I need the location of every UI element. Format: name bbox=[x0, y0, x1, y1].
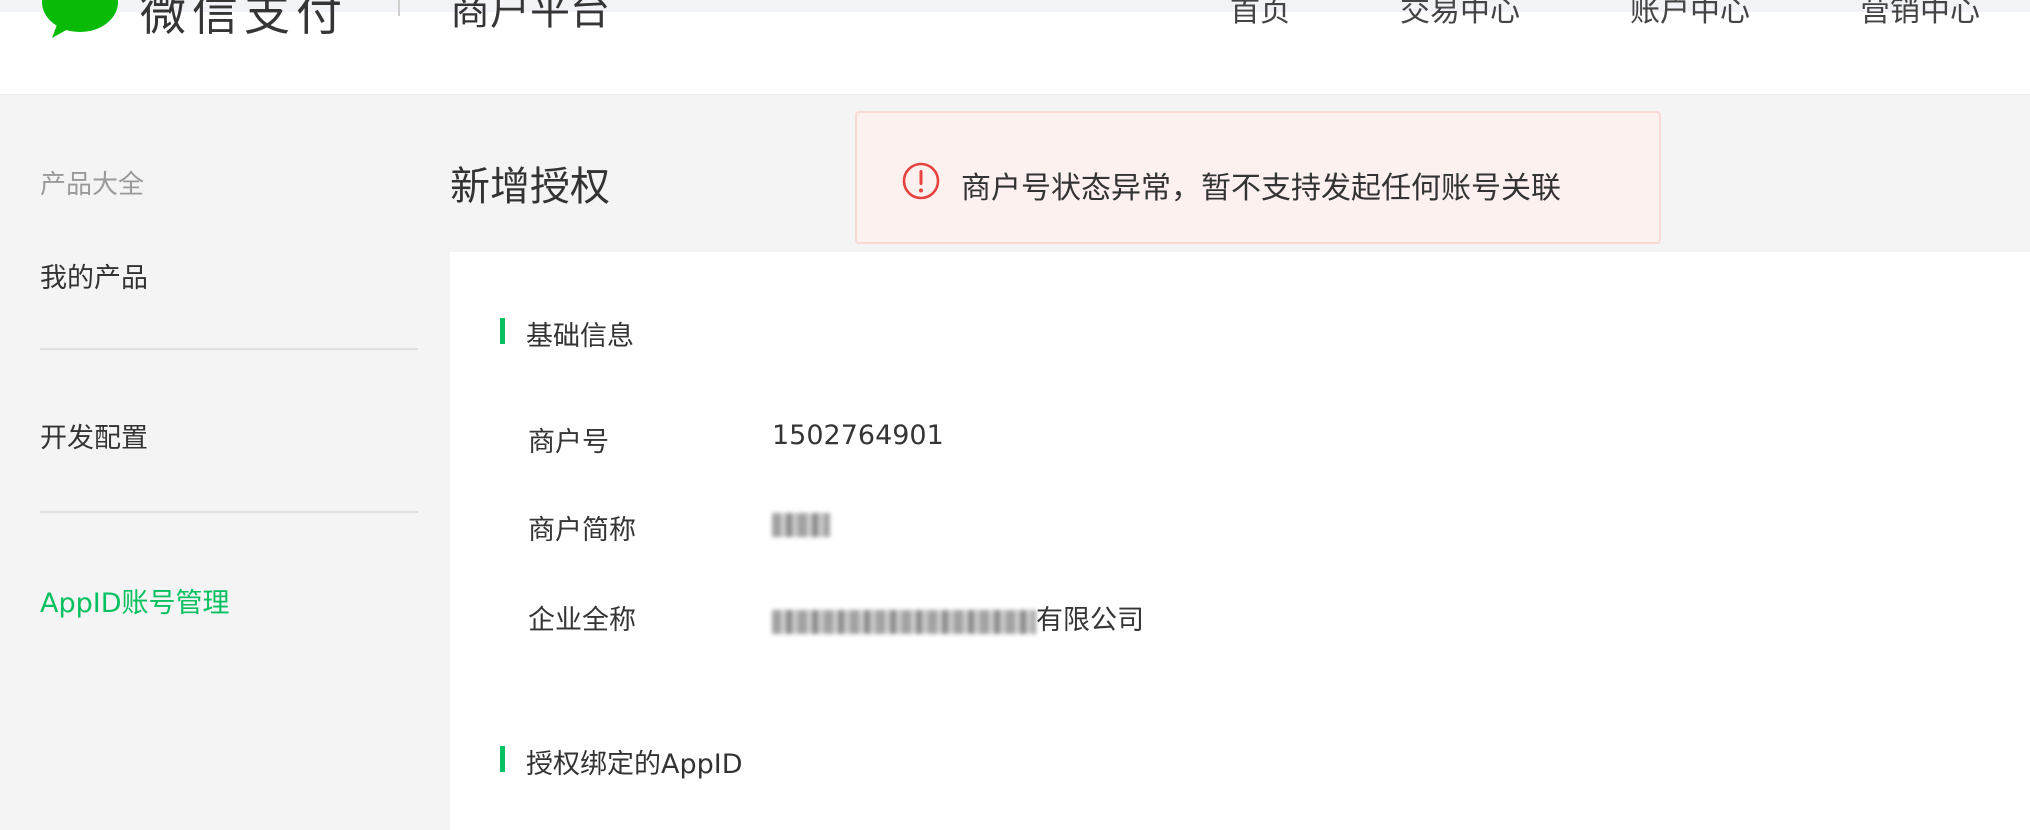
sidebar-item-my-products[interactable]: 我的产品 bbox=[40, 256, 148, 295]
company-full-name-label: 企业全称 bbox=[528, 605, 636, 636]
header-divider bbox=[398, 0, 400, 16]
company-full-name-value: 有限公司 bbox=[772, 598, 1144, 637]
authorization-form-card: 基础信息 商户号 1502764901 商户简称 企业全称 有限公司 授权绑定的… bbox=[450, 252, 2030, 830]
redacted-text bbox=[772, 512, 830, 537]
top-navigation-bar: 微信支付 商户平台 首页 交易中心 账户中心 营销中心 bbox=[0, 0, 2030, 95]
top-nav-item-trade[interactable]: 交易中心 bbox=[1400, 0, 1520, 30]
section-accent-bar bbox=[500, 318, 505, 344]
sidebar: 产品大全 我的产品 开发配置 AppID账号管理 bbox=[0, 96, 450, 830]
company-name-suffix: 有限公司 bbox=[1036, 605, 1144, 636]
section-title-basic-info: 基础信息 bbox=[500, 314, 634, 353]
alert-message: 商户号状态异常，暂不支持发起任何账号关联 bbox=[961, 171, 1561, 206]
merchant-short-name-value bbox=[772, 508, 830, 539]
redacted-text bbox=[772, 609, 1036, 634]
merchant-short-name-label: 商户简称 bbox=[528, 515, 636, 546]
merchant-id-label: 商户号 bbox=[528, 427, 609, 458]
section-title-bound-appid: 授权绑定的AppID bbox=[500, 742, 743, 781]
merchant-id-value: 1502764901 bbox=[772, 420, 944, 451]
sidebar-item-appid-management[interactable]: AppID账号管理 bbox=[40, 581, 230, 620]
section-accent-bar bbox=[500, 746, 505, 772]
page-title: 新增授权 bbox=[450, 164, 610, 210]
section-title-text: 授权绑定的AppID bbox=[526, 749, 743, 780]
sidebar-heading[interactable]: 产品大全 bbox=[40, 164, 144, 201]
platform-name: 商户平台 bbox=[450, 0, 610, 34]
brand-name[interactable]: 微信支付 bbox=[140, 0, 348, 44]
top-nav-item-account[interactable]: 账户中心 bbox=[1630, 0, 1750, 30]
section-title-text: 基础信息 bbox=[526, 321, 634, 352]
sidebar-item-dev-config[interactable]: 开发配置 bbox=[40, 416, 148, 455]
wechat-pay-logo-icon[interactable] bbox=[40, 0, 120, 40]
top-nav-item-marketing[interactable]: 营销中心 bbox=[1860, 0, 1980, 30]
error-alert: 商户号状态异常，暂不支持发起任何账号关联 bbox=[855, 111, 1661, 244]
exclamation-circle-icon bbox=[902, 162, 940, 200]
sidebar-divider bbox=[40, 348, 418, 350]
top-nav-item-home[interactable]: 首页 bbox=[1230, 0, 1290, 30]
sidebar-divider bbox=[40, 511, 418, 513]
top-nav: 首页 交易中心 账户中心 营销中心 bbox=[1230, 0, 1980, 30]
